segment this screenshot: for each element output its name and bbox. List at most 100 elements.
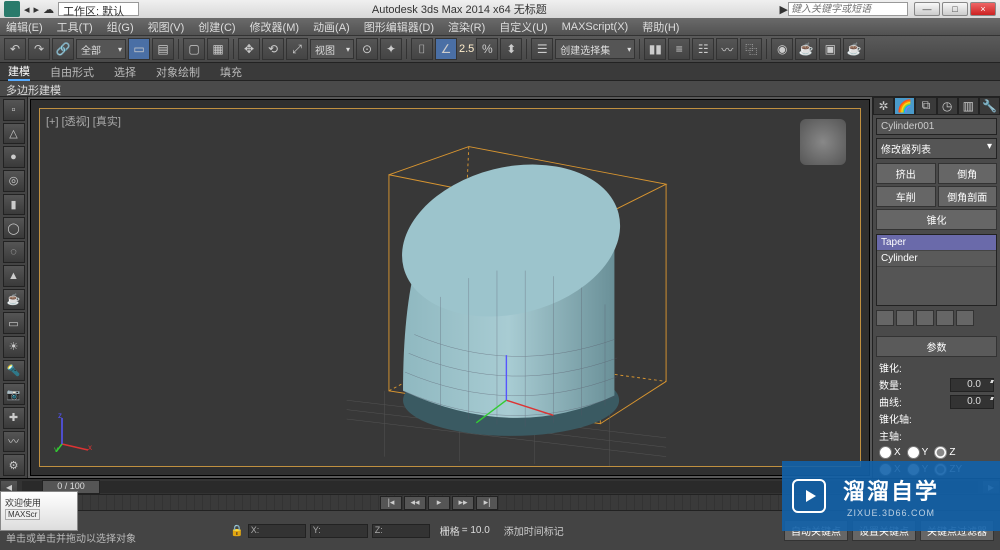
- material-editor-icon[interactable]: ◉: [771, 38, 793, 60]
- spacewarp-icon[interactable]: 〰: [3, 431, 25, 453]
- spinner-snap-icon[interactable]: ⬍: [500, 38, 522, 60]
- box-primitive-icon[interactable]: ▫: [3, 99, 25, 121]
- amount-spinner[interactable]: 0.0: [950, 378, 994, 392]
- btn-lathe[interactable]: 车削: [876, 186, 936, 207]
- goto-start-icon[interactable]: |◂: [380, 496, 402, 510]
- render-setup-icon[interactable]: ☕: [795, 38, 817, 60]
- manipulate-icon[interactable]: ✦: [380, 38, 402, 60]
- close-button[interactable]: ×: [970, 2, 996, 16]
- selection-filter-dropdown[interactable]: 全部: [76, 39, 126, 59]
- stack-item-cylinder[interactable]: Cylinder: [877, 251, 996, 267]
- ribbon-tab-freeform[interactable]: 自由形式: [50, 64, 94, 80]
- search-go-icon[interactable]: ▶: [780, 3, 788, 16]
- maximize-button[interactable]: □: [942, 2, 968, 16]
- select-name-icon[interactable]: ▤: [152, 38, 174, 60]
- mirror-icon[interactable]: ▮▮: [644, 38, 666, 60]
- radio-z[interactable]: Z: [934, 446, 955, 459]
- curve-spinner[interactable]: 0.0: [950, 395, 994, 409]
- layers-icon[interactable]: ☷: [692, 38, 714, 60]
- camera-icon[interactable]: 📷: [3, 383, 25, 405]
- link-icon[interactable]: 🔗: [52, 38, 74, 60]
- modifier-list-dropdown[interactable]: 修改器列表: [876, 138, 997, 159]
- helper-icon[interactable]: ✚: [3, 407, 25, 429]
- remove-mod-icon[interactable]: [936, 310, 954, 326]
- stack-item-taper[interactable]: Taper: [877, 235, 996, 251]
- btn-bevelprofile[interactable]: 倒角剖面: [938, 186, 998, 207]
- btn-taper[interactable]: 锥化: [876, 209, 997, 230]
- move-icon[interactable]: ✥: [238, 38, 260, 60]
- cmdtab-motion-icon[interactable]: ◷: [937, 97, 958, 115]
- ribbon-tab-modeling[interactable]: 建模: [8, 63, 30, 81]
- btn-extrude[interactable]: 挤出: [876, 163, 936, 184]
- make-unique-icon[interactable]: [916, 310, 934, 326]
- rotate-icon[interactable]: ⟲: [262, 38, 284, 60]
- menu-maxscript[interactable]: MAXScript(X): [562, 21, 629, 33]
- object-name-field[interactable]: Cylinder001: [876, 118, 997, 135]
- system-icon[interactable]: ⚙: [3, 454, 25, 476]
- menu-group[interactable]: 组(G): [107, 19, 134, 35]
- window-crossing-icon[interactable]: ▦: [207, 38, 229, 60]
- undo-icon[interactable]: ↶: [4, 38, 26, 60]
- teapot-icon[interactable]: ☕: [3, 289, 25, 311]
- edit-named-sel-icon[interactable]: ☰: [531, 38, 553, 60]
- menu-animation[interactable]: 动画(A): [313, 19, 350, 35]
- refcoord-dropdown[interactable]: 视图: [310, 39, 354, 59]
- cmdtab-create-icon[interactable]: ✲: [873, 97, 894, 115]
- menu-tools[interactable]: 工具(T): [57, 19, 93, 35]
- workspace-switcher[interactable]: ◂ ▸ ☁ 工作区: 默认: [24, 2, 139, 16]
- welcome-tab[interactable]: MAXScr: [5, 509, 40, 520]
- menu-customize[interactable]: 自定义(U): [499, 19, 547, 35]
- menu-views[interactable]: 视图(V): [148, 19, 185, 35]
- btn-chamfer[interactable]: 倒角: [938, 163, 998, 184]
- named-selection-dropdown[interactable]: 创建选择集: [555, 39, 635, 59]
- light-omni-icon[interactable]: ☀: [3, 336, 25, 358]
- menu-modifiers[interactable]: 修改器(M): [250, 19, 300, 35]
- menu-create[interactable]: 创建(C): [198, 19, 235, 35]
- pin-stack-icon[interactable]: [876, 310, 894, 326]
- viewport[interactable]: [+] [透视] [真实]: [30, 99, 870, 476]
- radio-y[interactable]: Y: [907, 446, 929, 459]
- cmdtab-display-icon[interactable]: ▥: [958, 97, 979, 115]
- minimize-button[interactable]: —: [914, 2, 940, 16]
- arrow-right-icon[interactable]: ▸: [34, 3, 40, 16]
- curve-editor-icon[interactable]: 〰: [716, 38, 738, 60]
- menu-help[interactable]: 帮助(H): [642, 19, 679, 35]
- rollout-parameters[interactable]: 参数: [876, 336, 997, 357]
- play-icon[interactable]: ▸: [428, 496, 450, 510]
- workspace-dropdown[interactable]: 工作区: 默认: [58, 2, 139, 16]
- light-spot-icon[interactable]: 🔦: [3, 360, 25, 382]
- cmdtab-hierarchy-icon[interactable]: ⧉: [915, 97, 936, 115]
- app-logo[interactable]: [4, 1, 20, 17]
- tube-icon[interactable]: ◯: [3, 217, 25, 239]
- menu-rendering[interactable]: 渲染(R): [448, 19, 485, 35]
- pyramid-icon[interactable]: ▲: [3, 265, 25, 287]
- menu-grapheditors[interactable]: 图形编辑器(D): [364, 19, 434, 35]
- angle-snap-icon[interactable]: ∠: [435, 38, 457, 60]
- sphere-primitive-icon[interactable]: ●: [3, 146, 25, 168]
- plane-icon[interactable]: ▭: [3, 312, 25, 334]
- geosphere-icon[interactable]: ◎: [3, 170, 25, 192]
- select-rect-icon[interactable]: ▢: [183, 38, 205, 60]
- menu-edit[interactable]: 编辑(E): [6, 19, 43, 35]
- radio-x[interactable]: X: [879, 446, 901, 459]
- render-frame-icon[interactable]: ▣: [819, 38, 841, 60]
- cylinder-icon[interactable]: ▮: [3, 194, 25, 216]
- configure-icon[interactable]: [956, 310, 974, 326]
- show-end-icon[interactable]: [896, 310, 914, 326]
- align-icon[interactable]: ≡: [668, 38, 690, 60]
- render-icon[interactable]: ☕: [843, 38, 865, 60]
- help-search-input[interactable]: [788, 2, 908, 16]
- cloud-icon[interactable]: ☁: [43, 3, 54, 16]
- arrow-left-icon[interactable]: ◂: [24, 3, 30, 16]
- goto-end-icon[interactable]: ▸|: [476, 496, 498, 510]
- schematic-icon[interactable]: ⿻: [740, 38, 762, 60]
- snap-toggle-icon[interactable]: ⌷: [411, 38, 433, 60]
- scale-icon[interactable]: ⤢: [286, 38, 308, 60]
- ribbon-tab-objectpaint[interactable]: 对象绘制: [156, 64, 200, 80]
- redo-icon[interactable]: ↷: [28, 38, 50, 60]
- cone-primitive-icon[interactable]: △: [3, 123, 25, 145]
- cmdtab-modify-icon[interactable]: 🌈: [894, 97, 915, 115]
- ribbon-subpanel[interactable]: 多边形建模: [0, 81, 1000, 97]
- modifier-stack[interactable]: Taper Cylinder: [876, 234, 997, 306]
- pivot-icon[interactable]: ⊙: [356, 38, 378, 60]
